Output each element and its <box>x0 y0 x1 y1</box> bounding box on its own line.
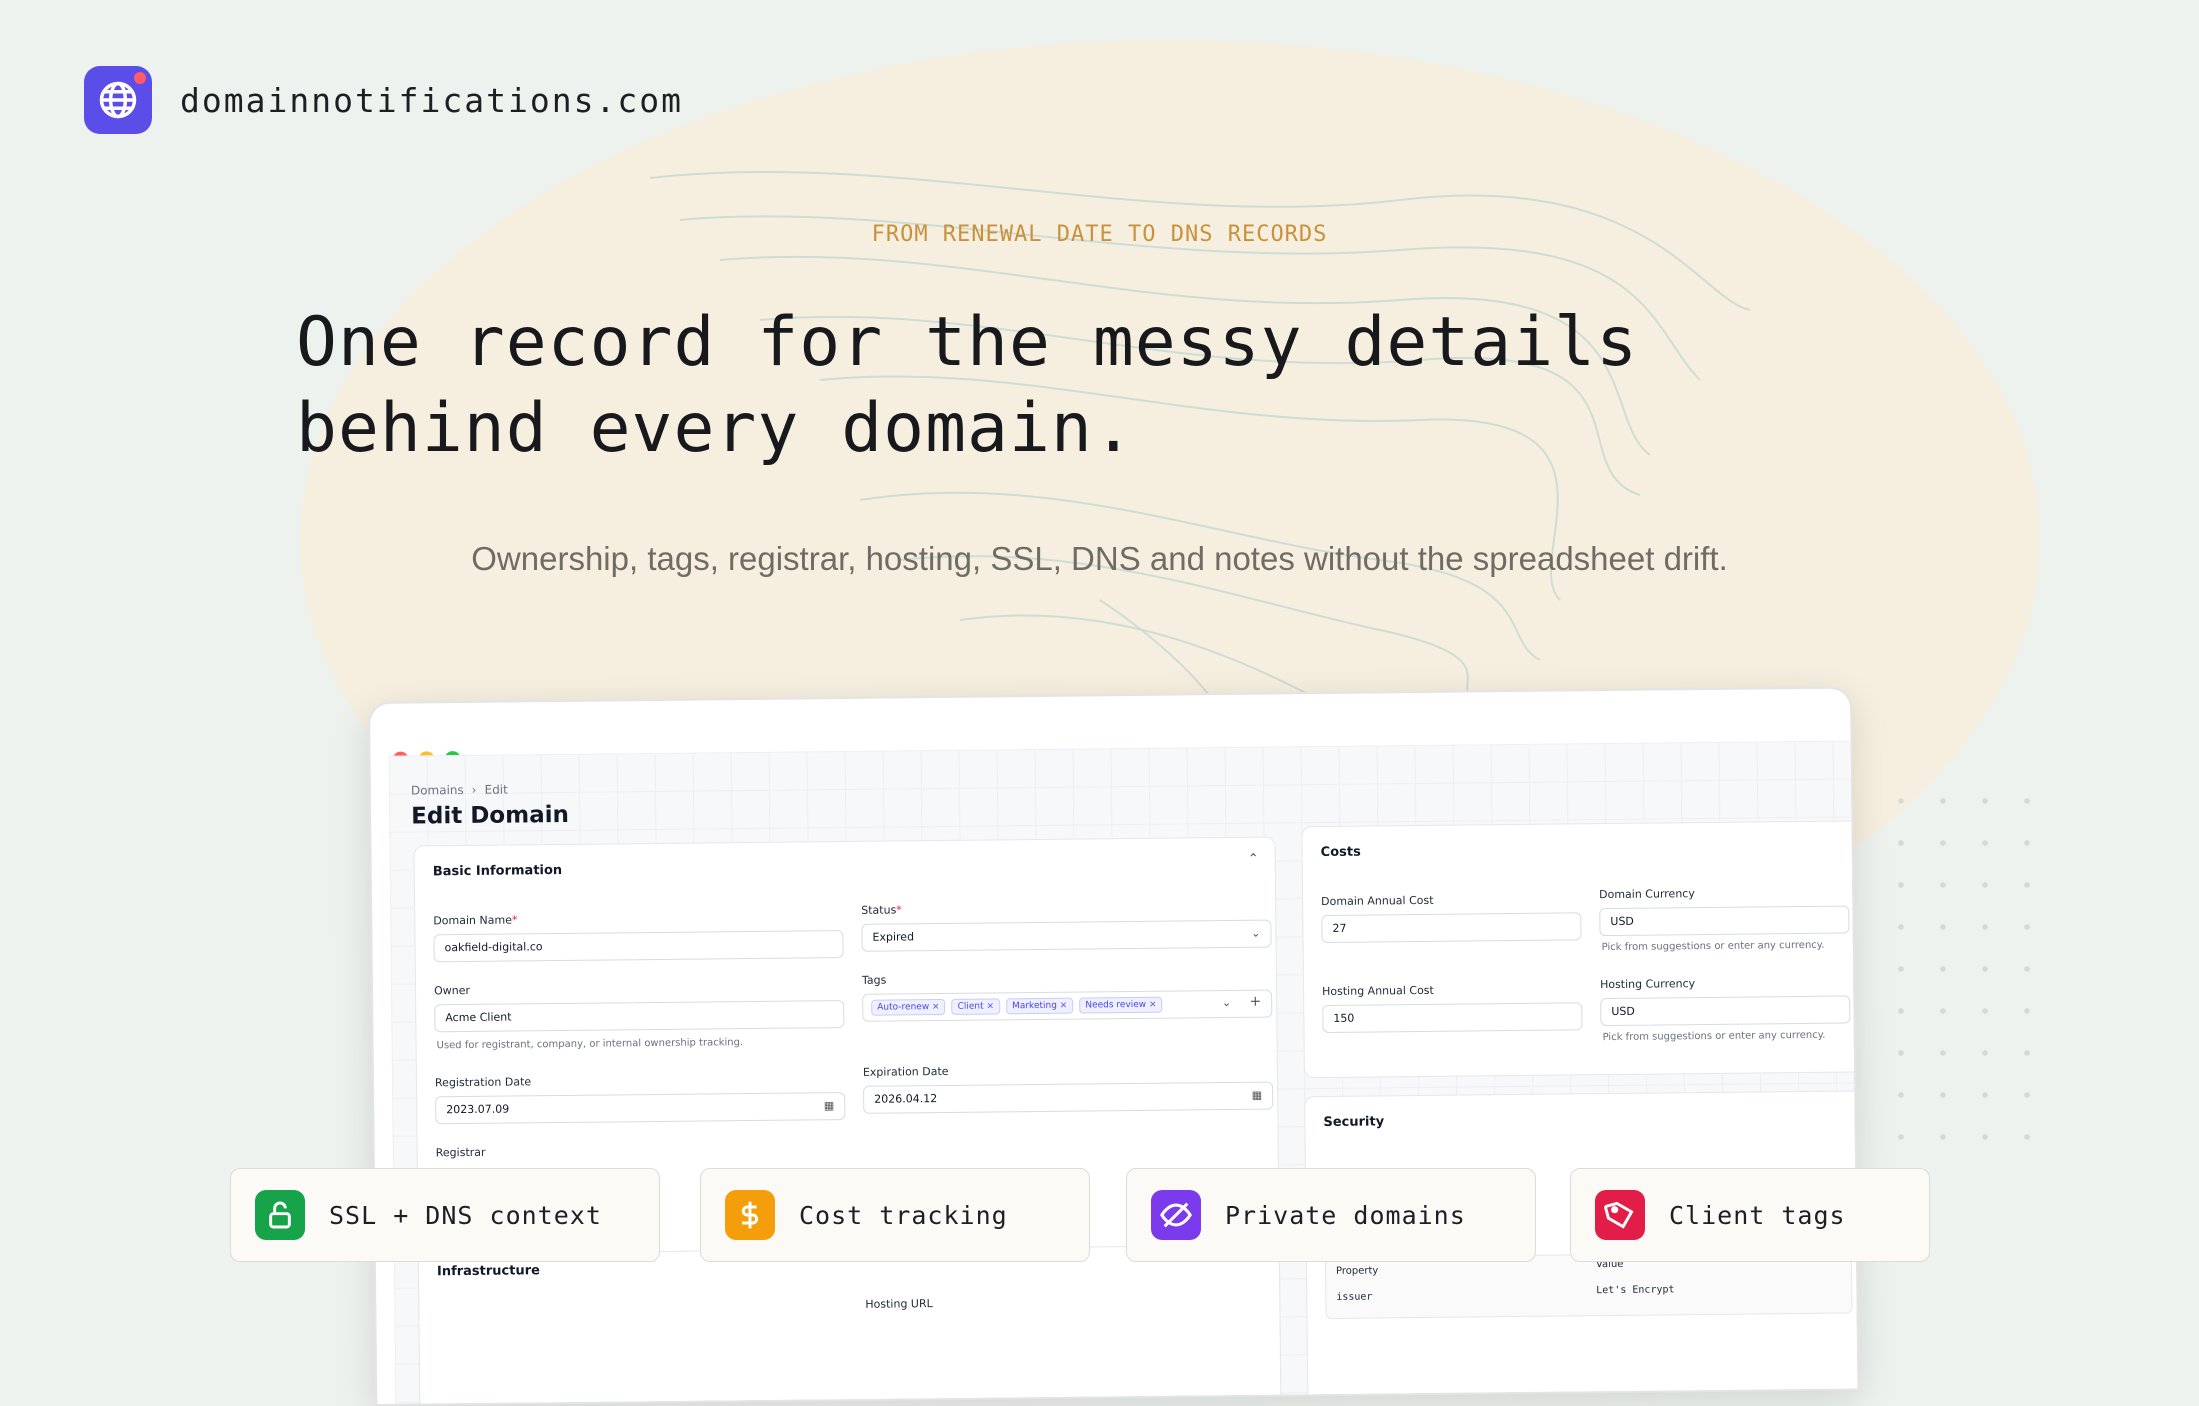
calendar-icon[interactable]: ▦ <box>824 1099 835 1112</box>
chevron-up-icon[interactable]: ⌃ <box>1248 852 1259 867</box>
owner-label: Owner <box>433 983 471 998</box>
registration-date-input[interactable]: 2023.07.09 ▦ <box>435 1092 846 1125</box>
tag-chip[interactable]: Auto-renew × <box>871 998 946 1016</box>
basic-info-title: Basic Information <box>432 862 563 880</box>
feature-label: Private domains <box>1225 1200 1466 1230</box>
breadcrumb: Domains › Edit <box>411 783 508 798</box>
breadcrumb-edit: Edit <box>484 782 508 797</box>
hosting-currency-label: Hosting Currency <box>1599 977 1696 992</box>
notification-dot <box>134 72 146 84</box>
lock-open-icon <box>255 1190 305 1240</box>
domain-name-input[interactable]: oakfield-digital.co <box>433 930 844 963</box>
app-content: Domains › Edit Edit Domain Basic Informati… <box>388 740 1860 1406</box>
infrastructure-title: Infrastructure <box>436 1263 540 1280</box>
chevron-down-icon[interactable]: ⌄ <box>1222 996 1231 1009</box>
feature-cost-tracking: Cost tracking <box>700 1168 1090 1262</box>
plus-icon[interactable]: + <box>1249 994 1261 1010</box>
registration-date-label: Registration Date <box>434 1075 532 1090</box>
domain-currency-label: Domain Currency <box>1599 887 1695 902</box>
headline-line-2: behind every domain. <box>296 389 1135 468</box>
expiration-date-input[interactable]: 2026.04.12 ▦ <box>863 1081 1274 1114</box>
hosting-currency-hint: Pick from suggestions or enter any curre… <box>1602 1029 1826 1044</box>
domain-cost-input[interactable]: 27 <box>1321 912 1582 944</box>
eye-off-icon <box>1151 1190 1201 1240</box>
domain-currency-hint: Pick from suggestions or enter any curre… <box>1601 939 1825 954</box>
tag-chip[interactable]: Needs review × <box>1079 996 1163 1014</box>
domain-name-label: Domain Name* <box>433 913 518 928</box>
hosting-url-label: Hosting URL <box>865 1297 933 1311</box>
domain-cost-label: Domain Annual Cost <box>1321 893 1434 909</box>
tags-label: Tags <box>861 973 887 987</box>
owner-hint: Used for registrant, company, or interna… <box>436 1037 744 1052</box>
chevron-down-icon: ⌄ <box>1251 926 1261 940</box>
tag-icon <box>1595 1190 1645 1240</box>
hero-headline: One record for the messy details behind … <box>296 300 1796 472</box>
brand-name: domainnotifications.com <box>180 80 683 120</box>
feature-label: SSL + DNS context <box>329 1200 602 1230</box>
feature-pills: SSL + DNS context Cost tracking Private … <box>0 1168 2199 1264</box>
page-title: Edit Domain <box>411 801 570 830</box>
property-header: Property <box>1335 1265 1379 1277</box>
feature-private-domains: Private domains <box>1126 1168 1536 1262</box>
costs-panel: Costs Domain Annual Cost 27 Domain Curre… <box>1301 820 1860 1079</box>
security-row-property: issuer <box>1336 1291 1373 1303</box>
headline-line-1: One record for the messy details <box>296 303 1639 382</box>
feature-label: Cost tracking <box>799 1200 1008 1230</box>
chevron-right-icon: › <box>471 782 477 797</box>
costs-title: Costs <box>1320 844 1361 861</box>
dollar-icon <box>725 1190 775 1240</box>
hosting-currency-input[interactable]: USD <box>1600 995 1851 1027</box>
security-title: Security <box>1323 1114 1385 1131</box>
brand[interactable]: domainnotifications.com <box>84 66 683 134</box>
breadcrumb-domains[interactable]: Domains <box>411 783 464 798</box>
app-window: Domains › Edit Edit Domain Basic Informati… <box>368 686 1860 1406</box>
status-select[interactable]: Expired ⌄ <box>861 919 1272 952</box>
registrar-label: Registrar <box>435 1145 486 1160</box>
tag-chip[interactable]: Marketing × <box>1005 997 1074 1015</box>
decorative-dot-grid <box>1880 780 2030 1140</box>
calendar-icon[interactable]: ▦ <box>1252 1089 1263 1102</box>
owner-input[interactable]: Acme Client <box>434 1000 845 1033</box>
hosting-cost-label: Hosting Annual Cost <box>1322 983 1434 999</box>
tag-chip[interactable]: Client × <box>951 998 1001 1015</box>
feature-ssl-dns: SSL + DNS context <box>230 1168 660 1262</box>
tags-input[interactable]: Auto-renew × Client × Marketing × Needs rev… <box>862 989 1273 1022</box>
hero-eyebrow: FROM RENEWAL DATE TO DNS RECORDS <box>871 222 1328 247</box>
security-row-value: Let's Encrypt <box>1596 1284 1675 1297</box>
infrastructure-panel: Infrastructure Hosting URL <box>417 1244 1282 1406</box>
hosting-cost-input[interactable]: 150 <box>1322 1002 1583 1034</box>
hero-subline: Ownership, tags, registrar, hosting, SSL… <box>471 540 1728 577</box>
status-label: Status* <box>861 903 902 917</box>
expiration-date-label: Expiration Date <box>862 1064 949 1079</box>
feature-label: Client tags <box>1669 1200 1846 1230</box>
globe-icon <box>84 66 152 134</box>
feature-client-tags: Client tags <box>1570 1168 1930 1262</box>
domain-currency-input[interactable]: USD <box>1599 905 1850 937</box>
